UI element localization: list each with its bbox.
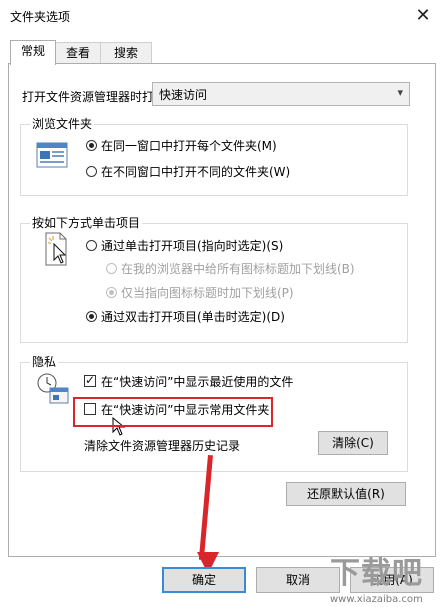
same-window-label[interactable]: 在同一窗口中打开每个文件夹(M) [101,137,277,154]
window-title: 文件夹选项 [10,10,71,24]
double-click-radio[interactable] [86,311,97,322]
ok-button[interactable]: 确定 [162,567,246,593]
single-click-label[interactable]: 通过单击打开项目(指向时选定)(S) [101,237,283,254]
recent-files-label[interactable]: 在“快速访问”中显示最近使用的文件 [101,373,293,390]
underline-all-radio[interactable] [106,263,117,274]
open-explorer-label: 打开文件资源管理器时打 [22,90,152,104]
underline-point-radio[interactable] [106,287,117,298]
browse-folders-label: 浏览文件夹 [30,115,95,132]
close-icon[interactable]: ✕ [410,4,436,28]
new-window-radio[interactable] [86,166,97,177]
double-click-label[interactable]: 通过双击打开项目(单击时选定)(D) [101,308,285,325]
same-window-radio[interactable] [86,140,97,151]
tab-search[interactable]: 搜索 [100,42,152,63]
clear-history-label: 清除文件资源管理器历史记录 [84,439,241,453]
clear-button[interactable]: 清除(C) [318,431,388,455]
restore-defaults-button[interactable]: 还原默认值(R) [286,482,406,506]
underline-all-label[interactable]: 在我的浏览器中给所有图标标题加下划线(B) [121,260,355,277]
browse-folders-group [20,124,408,196]
highlight-box [73,397,273,427]
cancel-button[interactable]: 取消 [256,567,340,593]
single-click-radio[interactable] [86,240,97,251]
tab-general[interactable]: 常规 [10,40,56,65]
browse-folders-icon [36,142,70,170]
watermark-logo: 下载吧 www.xiazaiba.com [330,556,423,605]
pointer-icon [40,232,72,268]
new-window-label[interactable]: 在不同窗口中打开不同的文件夹(W) [101,163,290,180]
clock-icon [36,372,70,406]
tab-view[interactable]: 查看 [55,42,101,63]
recent-files-checkbox[interactable] [84,373,96,387]
open-explorer-value: 快速访问 [159,88,208,102]
open-explorer-dropdown[interactable]: 快速访问 ▾ [152,82,410,106]
chevron-down-icon: ▾ [397,86,403,99]
underline-point-label[interactable]: 仅当指向图标标题时加下划线(P) [121,284,294,301]
click-items-label: 按如下方式单击项目 [30,214,143,231]
privacy-label: 隐私 [30,353,59,370]
